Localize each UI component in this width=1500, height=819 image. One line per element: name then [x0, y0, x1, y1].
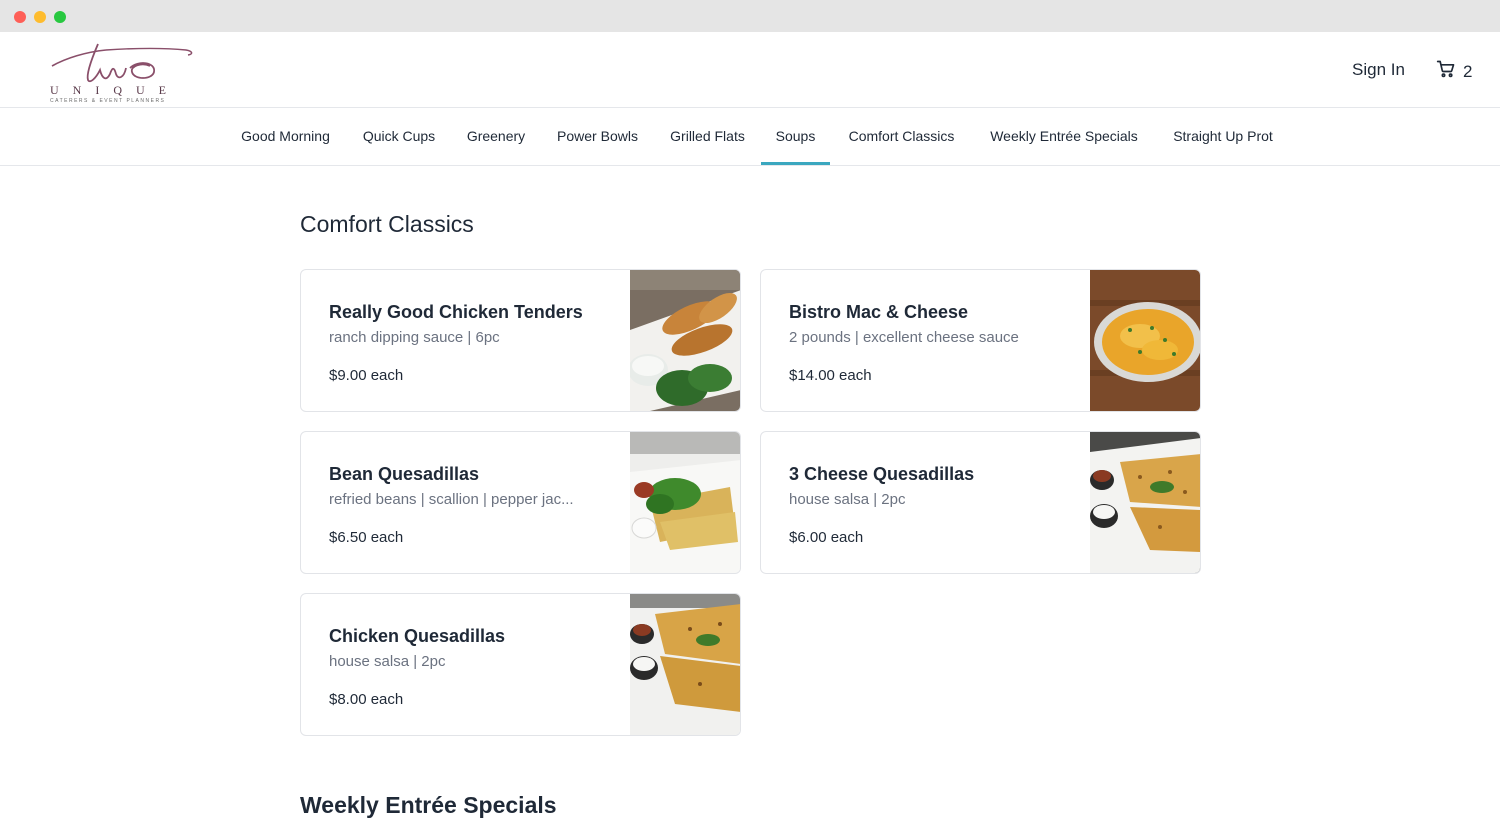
site-header: UNIQUE CATERERS & EVENT PLANNERS Sign In… [0, 32, 1500, 108]
close-window-button[interactable] [14, 11, 26, 23]
menu-item-card[interactable]: Bistro Mac & Cheese 2 pounds | excellent… [760, 269, 1201, 412]
nav-item-quick-cups[interactable]: Quick Cups [347, 108, 451, 165]
menu-item-card[interactable]: Really Good Chicken Tenders ranch dippin… [300, 269, 741, 412]
menu-item-description: refried beans | scallion | pepper jac... [329, 491, 574, 508]
brand-logo[interactable]: UNIQUE CATERERS & EVENT PLANNERS [46, 38, 198, 104]
menu-item-description: 2 pounds | excellent cheese sauce [789, 329, 1019, 346]
menu-item-name: Chicken Quesadillas [329, 626, 506, 646]
menu-item-price: $6.00 each [789, 529, 864, 546]
nav-item-soups[interactable]: Soups [761, 108, 830, 165]
category-nav: Good Morning Quick Cups Greenery Power B… [0, 108, 1500, 166]
chicken-quesadillas-photo [630, 594, 740, 735]
nav-item-good-morning[interactable]: Good Morning [224, 108, 347, 165]
menu-item-name: Bistro Mac & Cheese [789, 302, 969, 322]
menu-item-name: Bean Quesadillas [329, 464, 480, 484]
menu-item-card[interactable]: Chicken Quesadillas house salsa | 2pc $8… [300, 593, 741, 736]
sign-in-link[interactable]: Sign In [1352, 60, 1405, 80]
nav-item-weekly-entree-specials[interactable]: Weekly Entrée Specials [973, 108, 1155, 165]
menu-item-card[interactable]: 3 Cheese Quesadillas house salsa | 2pc $… [760, 431, 1201, 574]
window-title-bar [0, 0, 1500, 32]
nav-item-power-bowls[interactable]: Power Bowls [541, 108, 654, 165]
nav-item-grilled-flats[interactable]: Grilled Flats [654, 108, 761, 165]
cart-icon [1436, 59, 1456, 84]
menu-item-name: 3 Cheese Quesadillas [789, 464, 975, 484]
nav-item-comfort-classics[interactable]: Comfort Classics [830, 108, 973, 165]
menu-item-description: house salsa | 2pc [329, 653, 446, 670]
bean-quesadillas-photo [630, 432, 740, 573]
cart-count: 2 [1463, 61, 1473, 81]
chicken-tenders-photo [630, 270, 740, 411]
svg-text:UNIQUE: UNIQUE [50, 83, 180, 97]
section-title-comfort-classics: Comfort Classics [300, 211, 474, 237]
menu-item-name: Really Good Chicken Tenders [329, 302, 583, 322]
menu-item-description: house salsa | 2pc [789, 491, 906, 508]
minimize-window-button[interactable] [34, 11, 46, 23]
menu-item-price: $9.00 each [329, 367, 404, 384]
menu-item-price: $6.50 each [329, 529, 404, 546]
zoom-window-button[interactable] [54, 11, 66, 23]
nav-item-greenery[interactable]: Greenery [451, 108, 541, 165]
cart-button[interactable]: 2 [1436, 59, 1472, 84]
cheese-quesadillas-photo [1090, 432, 1200, 573]
menu-item-description: ranch dipping sauce | 6pc [329, 329, 500, 346]
menu-item-price: $8.00 each [329, 691, 404, 708]
mac-and-cheese-photo [1090, 270, 1200, 411]
nav-item-straight-up-protein[interactable]: Straight Up Prot [1155, 108, 1291, 165]
menu-item-price: $14.00 each [789, 367, 872, 384]
menu-item-card[interactable]: Bean Quesadillas refried beans | scallio… [300, 431, 741, 574]
svg-text:CATERERS & EVENT PLANNERS: CATERERS & EVENT PLANNERS [50, 98, 165, 104]
